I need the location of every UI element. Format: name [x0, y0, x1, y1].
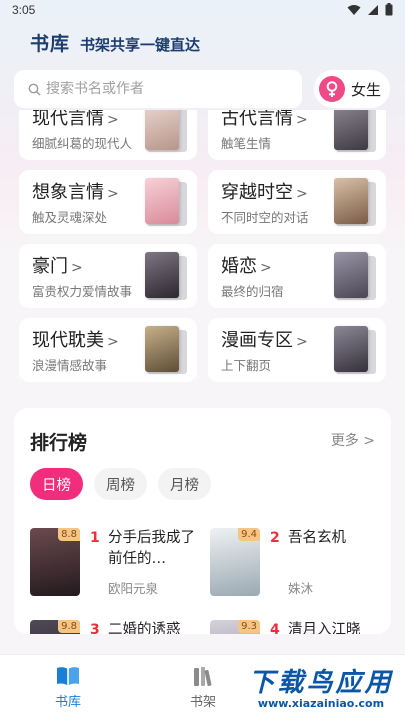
category-grid: 现代言情 > 细腻纠葛的现代人 古代言情 > 触笔生情 想象言情 > 触及灵魂深处 穿… — [0, 110, 405, 390]
book-score: 9.4 — [238, 528, 260, 541]
category-cover — [330, 178, 376, 228]
category-name: 古代言情 > — [221, 110, 308, 129]
book-score: 9.8 — [58, 620, 80, 633]
gender-toggle-button[interactable]: 女生 — [314, 70, 390, 108]
book-title: 清月入江晓 — [288, 622, 361, 634]
rank-number: 1 — [90, 530, 100, 546]
watermark-url: www.xiazainiao.com — [257, 697, 385, 710]
bookshelf-icon — [194, 667, 212, 687]
chevron-right-icon: > — [363, 433, 375, 449]
book-score: 9.3 — [238, 620, 260, 633]
category-name: 豪门 > — [32, 256, 83, 277]
status-time: 3:05 — [12, 3, 36, 17]
page-header: 书库 书架共享一键直达 — [30, 28, 200, 56]
category-card-ancient-romance[interactable]: 古代言情 > 触笔生情 — [208, 110, 386, 160]
watermark-logo: 下载鸟应用 www.xiazainiao.com — [241, 660, 401, 716]
rank-number: 3 — [90, 622, 100, 634]
ranking-panel: 排行榜 更多 > 日榜 周榜 月榜 8.8 1 分手后我成了前任的… 欧阳元泉 … — [14, 408, 391, 634]
book-score: 8.8 — [58, 528, 80, 541]
ranking-book-item[interactable]: 9.8 3 二婚的诱惑 — [30, 620, 210, 634]
category-cover — [330, 252, 376, 302]
status-bar: 3:05 — [0, 0, 405, 22]
category-desc: 触笔生情 — [221, 136, 272, 151]
book-title: 吾名玄机 — [288, 530, 346, 546]
category-card-fantasy-romance[interactable]: 想象言情 > 触及灵魂深处 — [19, 170, 197, 234]
watermark-text: 下载鸟应用 — [248, 668, 394, 698]
wifi-icon — [347, 4, 361, 15]
battery-icon — [385, 3, 393, 16]
category-card-time-travel[interactable]: 穿越时空 > 不同时空的对话 — [208, 170, 386, 234]
category-name: 穿越时空 > — [221, 182, 308, 203]
search-input[interactable] — [46, 81, 286, 97]
book-author: 姝沐 — [288, 581, 314, 596]
tab-bookshelf[interactable]: 书架 — [163, 665, 243, 710]
search-icon — [28, 83, 41, 95]
category-name: 想象言情 > — [32, 182, 119, 203]
tab-label: 书库 — [54, 695, 81, 710]
category-name: 现代言情 > — [32, 110, 119, 129]
book-cover: 9.3 — [210, 620, 260, 634]
ranking-book-item[interactable]: 9.3 4 清月入江晓 — [210, 620, 390, 634]
category-desc: 不同时空的对话 — [221, 210, 309, 225]
rank-number: 2 — [270, 530, 280, 546]
category-cover — [141, 110, 187, 154]
category-card-comics[interactable]: 漫画专区 > 上下翻页 — [208, 318, 386, 382]
ranking-book-item[interactable]: 9.4 2 吾名玄机 姝沐 — [210, 528, 390, 600]
category-cover — [141, 252, 187, 302]
page-slogan: 书架共享一键直达 — [80, 36, 201, 54]
category-name: 婚恋 > — [221, 256, 272, 277]
book-cover: 9.8 — [30, 620, 80, 634]
ranking-book-item[interactable]: 8.8 1 分手后我成了前任的… 欧阳元泉 — [30, 528, 210, 600]
book-cover: 8.8 — [30, 528, 80, 596]
book-title: 二婚的诱惑 — [108, 622, 181, 634]
category-card-wealthy-family[interactable]: 豪门 > 富贵权力爱情故事 — [19, 244, 197, 308]
search-bar[interactable] — [14, 70, 302, 108]
category-desc: 触及灵魂深处 — [32, 210, 108, 225]
book-cover: 9.4 — [210, 528, 260, 596]
category-desc: 浪漫情感故事 — [32, 358, 108, 373]
category-desc: 富贵权力爱情故事 — [32, 284, 133, 299]
book-title: 分手后我成了前任的… — [108, 530, 195, 567]
tab-daily[interactable]: 日榜 — [30, 468, 83, 500]
open-book-icon — [57, 667, 79, 685]
category-desc: 细腻纠葛的现代人 — [32, 136, 133, 151]
category-card-modern-romance[interactable]: 现代言情 > 细腻纠葛的现代人 — [19, 110, 197, 160]
tab-library[interactable]: 书库 — [28, 665, 108, 710]
signal-icon — [368, 4, 378, 15]
page-title: 书库 — [30, 33, 71, 55]
status-icons — [347, 3, 393, 16]
ranking-more-link[interactable]: 更多 > — [331, 430, 375, 450]
female-icon — [319, 76, 345, 102]
category-cover — [141, 178, 187, 228]
tab-monthly[interactable]: 月榜 — [158, 468, 211, 500]
category-name: 现代耽美 > — [32, 330, 119, 351]
category-cover — [330, 326, 376, 376]
tab-label: 书架 — [189, 695, 216, 710]
category-card-marriage[interactable]: 婚恋 > 最终的归宿 — [208, 244, 386, 308]
category-card-modern-danmei[interactable]: 现代耽美 > 浪漫情感故事 — [19, 318, 197, 382]
category-cover — [141, 326, 187, 376]
book-author: 欧阳元泉 — [108, 581, 159, 596]
tab-weekly[interactable]: 周榜 — [94, 468, 147, 500]
ranking-tabs: 日榜 周榜 月榜 — [30, 468, 211, 500]
category-name: 漫画专区 > — [221, 330, 308, 351]
category-desc: 最终的归宿 — [221, 284, 284, 299]
ranking-title: 排行榜 — [30, 432, 88, 454]
gender-label: 女生 — [351, 80, 382, 99]
category-desc: 上下翻页 — [221, 358, 272, 373]
rank-number: 4 — [270, 622, 280, 634]
category-cover — [330, 110, 376, 154]
